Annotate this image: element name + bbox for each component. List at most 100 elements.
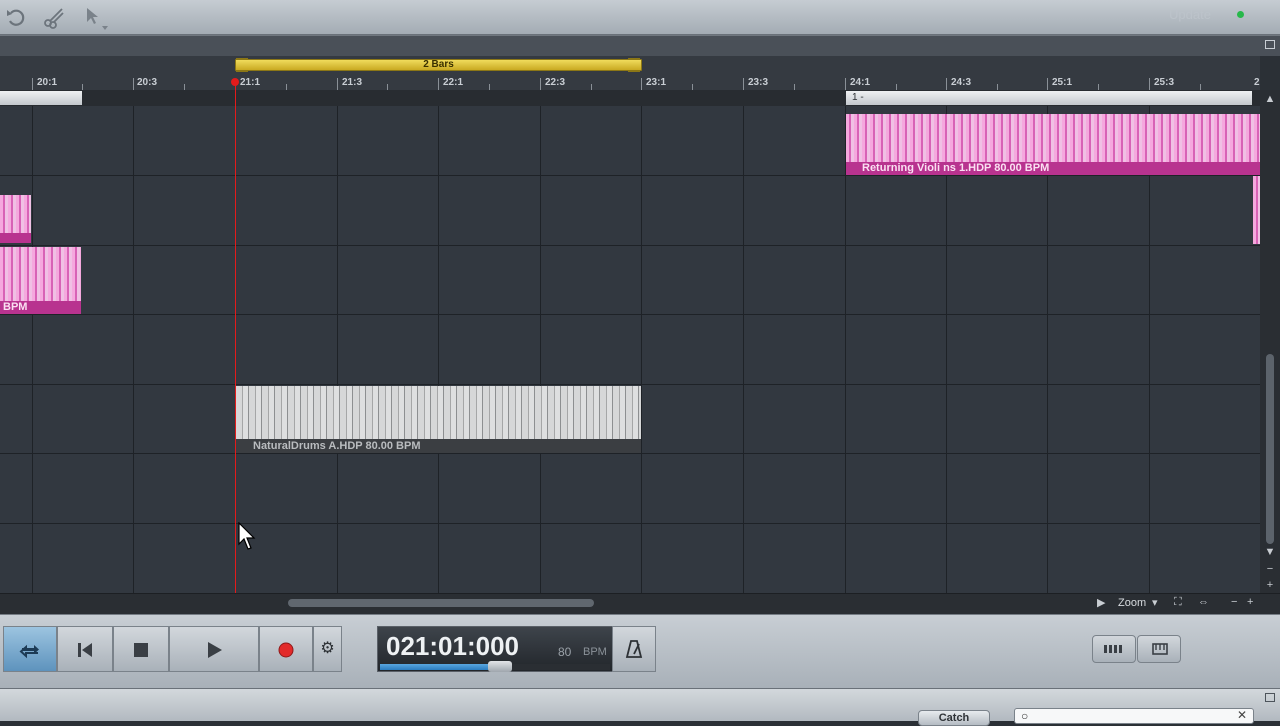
- horizontal-scrollbar[interactable]: [0, 593, 1280, 614]
- search-icon: ○: [1021, 709, 1029, 723]
- ruler-tick-label: 25:1: [1052, 77, 1073, 88]
- audio-clip-violins[interactable]: [846, 114, 1260, 162]
- update-button[interactable]: Update: [1150, 7, 1230, 22]
- clip-label: NaturalDrums A.HDP 80.00 BPM: [253, 440, 421, 452]
- status-indicator: [1237, 11, 1244, 18]
- ruler-tick-label: 24:3: [951, 77, 972, 88]
- stop-button[interactable]: [113, 626, 169, 672]
- arranger-view-button[interactable]: [1092, 635, 1136, 663]
- ruler-tick-label: 24:1: [850, 77, 871, 88]
- ruler-tick: [133, 78, 134, 90]
- horizontal-scroll-thumb[interactable]: [288, 599, 594, 607]
- keyboard-view-button[interactable]: [1137, 635, 1181, 663]
- grid-line: [133, 106, 134, 593]
- ruler-tick-label: 20:1: [37, 77, 58, 88]
- ruler-tick-label: 21:3: [342, 77, 363, 88]
- grid-line: [845, 106, 846, 593]
- region-label: 1 -: [852, 92, 864, 103]
- playhead-handle[interactable]: [231, 78, 239, 86]
- metronome-button[interactable]: [612, 626, 656, 672]
- clip-label: BPM: [3, 301, 28, 313]
- fit-screen-icon[interactable]: ⛶: [1174, 596, 1182, 609]
- audio-clip-left-top[interactable]: [0, 195, 31, 233]
- record-icon: [278, 642, 294, 658]
- ruler-tick: [946, 78, 947, 90]
- maximize-icon[interactable]: [1265, 40, 1275, 49]
- grid-line: [743, 106, 744, 593]
- track-divider: [0, 384, 1260, 385]
- ruler-tick: [1047, 78, 1048, 90]
- ruler-tick: [337, 78, 338, 90]
- range-label: 2 Bars: [423, 59, 454, 70]
- loop-button[interactable]: [3, 626, 57, 672]
- ruler-tick-label: 23:3: [748, 77, 769, 88]
- scroll-down-icon[interactable]: ▼: [1262, 545, 1278, 559]
- tempo-unit: BPM: [583, 646, 607, 658]
- grid-line: [32, 106, 33, 593]
- scroll-up-icon[interactable]: ▲: [1262, 92, 1278, 106]
- grid-line: [1149, 106, 1150, 593]
- audio-clip-drums[interactable]: [236, 386, 641, 439]
- top-toolbar: [0, 0, 1280, 35]
- grid-line: [540, 106, 541, 593]
- maximize-icon[interactable]: [1265, 693, 1275, 702]
- vertical-scroll-thumb[interactable]: [1266, 354, 1274, 544]
- ruler-tick-label: 20:3: [137, 77, 158, 88]
- record-settings-button[interactable]: ⚙: [313, 626, 342, 672]
- chevron-down-icon[interactable]: ▾: [1152, 596, 1158, 609]
- ruler-tick: [540, 78, 541, 90]
- zoom-in-vertical-icon[interactable]: +: [1262, 578, 1278, 592]
- ruler-tick-label: 2: [1254, 77, 1260, 88]
- region-segment-right[interactable]: [846, 91, 1252, 105]
- grid-line: [641, 106, 642, 593]
- undo-icon[interactable]: [4, 5, 28, 29]
- zoom-dropdown[interactable]: Zoom: [1118, 597, 1146, 609]
- zoom-in-icon[interactable]: +: [1247, 596, 1253, 608]
- playhead[interactable]: [235, 80, 236, 593]
- track-view-icon: [1104, 645, 1122, 653]
- pointer-tool-icon[interactable]: [84, 5, 108, 30]
- record-button[interactable]: [259, 626, 313, 672]
- keyboard-icon: [1152, 643, 1168, 655]
- ruler-tick: [743, 78, 744, 90]
- skip-back-icon: [78, 643, 92, 657]
- arranger-tracks[interactable]: [0, 106, 1260, 593]
- horizontal-resize-icon[interactable]: ⇔: [1198, 596, 1209, 608]
- tempo-value[interactable]: 80: [558, 645, 571, 659]
- grid-line: [337, 106, 338, 593]
- ruler-tick-label: 25:3: [1154, 77, 1175, 88]
- grid-line: [1047, 106, 1048, 593]
- track-divider: [0, 175, 1260, 176]
- ruler-tick: [845, 78, 846, 90]
- stop-icon: [134, 643, 148, 657]
- zoom-out-vertical-icon[interactable]: −: [1262, 562, 1278, 576]
- play-button[interactable]: [169, 626, 259, 672]
- ruler-tick: [438, 78, 439, 90]
- grid-line: [438, 106, 439, 593]
- audio-clip-right-edge[interactable]: [1253, 176, 1260, 244]
- clip-footer: [0, 233, 31, 243]
- track-divider: [0, 453, 1260, 454]
- ruler-tick: [1149, 78, 1150, 90]
- gear-icon: ⚙: [320, 640, 335, 657]
- ruler-tick: [641, 78, 642, 90]
- track-divider: [0, 314, 1260, 315]
- rewind-to-start-button[interactable]: [57, 626, 113, 672]
- time-position: 021:01:000: [386, 631, 519, 661]
- ruler-tick-label: 22:1: [443, 77, 464, 88]
- play-arrow-icon[interactable]: ▶: [1097, 596, 1105, 609]
- arranger-header-strip: [0, 35, 1280, 56]
- region-segment-left[interactable]: [0, 91, 82, 105]
- scissors-icon[interactable]: [42, 5, 66, 29]
- search-input[interactable]: [1014, 708, 1254, 724]
- grid-line: [946, 106, 947, 593]
- metronome-icon: [625, 640, 643, 658]
- play-icon: [208, 642, 222, 658]
- zoom-out-icon[interactable]: −: [1231, 596, 1237, 608]
- loop-icon: [19, 644, 39, 659]
- track-divider: [0, 523, 1260, 524]
- audio-clip-left-mid[interactable]: [0, 247, 81, 301]
- ruler-tick: [32, 78, 33, 90]
- catch-button[interactable]: Catch: [918, 710, 990, 726]
- position-slider-knob[interactable]: [488, 661, 512, 672]
